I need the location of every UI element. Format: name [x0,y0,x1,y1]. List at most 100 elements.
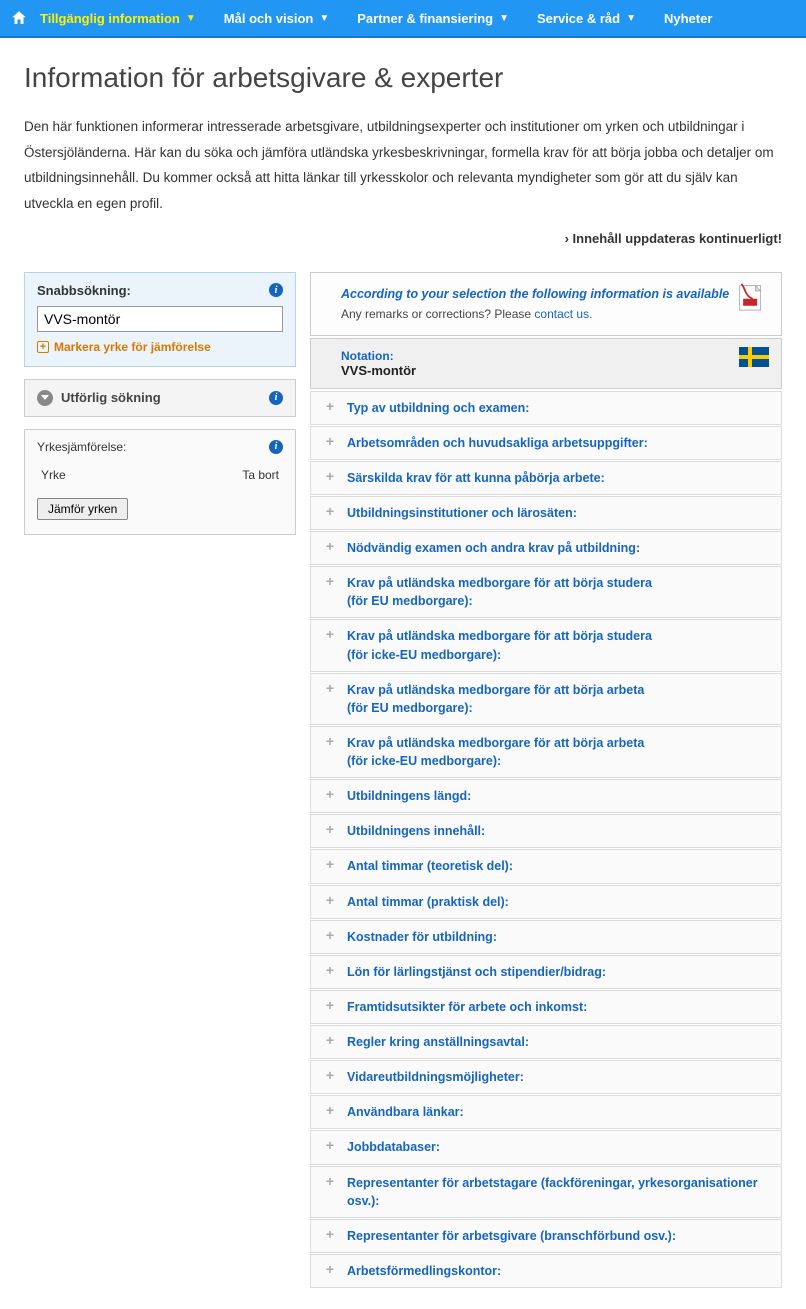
accordion-row[interactable]: + Representanter för arbetsgivare (bransc… [310,1219,782,1253]
plus-icon: + [321,627,339,643]
accordion-row[interactable]: + Arbetsområden och huvudsakliga arbetsup… [310,426,782,460]
plus-icon: + [321,893,339,909]
quick-search-box: Snabbsökning: i + Markera yrke för jämfö… [24,272,296,367]
accordion-label: Krav på utländska medborgare för att bör… [347,734,644,770]
accordion-row[interactable]: +Krav på utländska medborgare för att bö… [310,673,782,725]
mark-for-compare-label: Markera yrke för jämförelse [54,340,211,354]
plus-icon: + [321,1262,339,1278]
chevron-down-icon: ▼ [626,13,636,24]
accordion-label: Typ av utbildning och examen: [347,399,529,417]
accordion-label: Utbildningens innehåll: [347,822,485,840]
nav-item-4[interactable]: Nyheter [664,11,712,26]
accordion-label: Särskilda krav för att kunna påbörja arb… [347,469,605,487]
accordion-row[interactable]: +Antal timmar (teoretisk del): [310,849,782,883]
detailed-search-label: Utförlig sökning [61,390,161,405]
accordion-row[interactable]: +Krav på utländska medborgare för att bö… [310,619,782,671]
continuous-update-note: › Innehåll uppdateras kontinuerligt! [24,231,782,246]
accordion-row[interactable]: +Kostnader för utbildning: [310,920,782,954]
compare-button[interactable]: Jämför yrken [37,498,128,520]
compare-col-yrke: Yrke [41,468,66,482]
plus-icon: + [321,963,339,979]
accordion-label: Användbara länkar: [347,1103,464,1121]
accordion-label: Arbetsområden och huvudsakliga arbetsupp… [347,434,648,452]
plus-icon: + [321,1103,339,1119]
mark-for-compare-link[interactable]: + Markera yrke för jämförelse [37,340,283,354]
accordion-row[interactable]: + Antal timmar (praktisk del): [310,885,782,919]
chevron-down-icon [37,390,53,406]
contact-us-link[interactable]: contact us. [534,307,592,321]
accordion-label: Jobbdatabaser: [347,1138,440,1156]
accordion-row[interactable]: + Särskilda krav för att kunna påbörja ar… [310,461,782,495]
nav-item-3[interactable]: Service & råd ▼ [537,11,636,26]
accordion-row[interactable]: + Typ av utbildning och examen: [310,391,782,425]
selection-text: According to your selection the followin… [341,287,763,301]
accordion-label: Antal timmar (praktisk del): [347,893,509,911]
accordion-label: Arbetsförmedlingskontor: [347,1262,501,1280]
accordion-label: Utbildningens längd: [347,787,471,805]
info-icon[interactable]: i [269,391,283,405]
nav-item-2[interactable]: Partner & finansiering▼ [357,11,509,26]
intro-text: Den här funktionen informerar intressera… [24,114,782,217]
accordion-row[interactable]: +Utbildningens innehåll: [310,814,782,848]
accordion-row[interactable]: + Jobbdatabaser: [310,1130,782,1164]
home-icon[interactable] [10,9,28,27]
plus-icon: + [321,1227,339,1243]
accordion-row[interactable]: +Representanter för arbetstagare (fackfö… [310,1166,782,1218]
accordion-label: Krav på utländska medborgare för att bör… [347,574,652,610]
accordion-label: Nödvändig examen och andra krav på utbil… [347,539,640,557]
accordion-label: Representanter för arbetsgivare (bransch… [347,1227,676,1245]
compare-box: Yrkesjämförelse: i Yrke Ta bort Jämför y… [24,429,296,535]
quick-search-input[interactable] [37,306,283,332]
page-title: Information för arbetsgivare & experter [24,62,782,94]
accordion-row[interactable]: + Arbetsförmedlingskontor: [310,1254,782,1288]
accordion-row[interactable]: + Utbildningens längd: [310,779,782,813]
plus-icon: + [37,341,49,353]
accordion-row[interactable]: + Vidareutbildningsmöjligheter: [310,1060,782,1094]
info-icon[interactable]: i [269,283,283,297]
plus-icon: + [321,434,339,450]
selection-info-box: According to your selection the followin… [310,272,782,336]
accordion-label: Representanter för arbetstagare (fackför… [347,1174,771,1210]
top-nav: Tillgänglig information▼Mål och vision▼P… [0,0,806,38]
plus-icon: + [321,539,339,555]
accordion-row[interactable]: + Användbara länkar: [310,1095,782,1129]
chevron-down-icon: ▼ [499,13,509,24]
plus-icon: + [321,1033,339,1049]
accordion-row[interactable]: + Krav på utländska medborgare för att bö… [310,566,782,618]
plus-icon: + [321,399,339,415]
accordion-row[interactable]: + Utbildningsinstitutioner och lärosäten: [310,496,782,530]
nav-item-1[interactable]: Mål och vision▼ [224,11,329,26]
remark-text: Any remarks or corrections? Please conta… [341,307,763,321]
plus-icon: + [321,1068,339,1084]
nav-item-label: Mål och vision [224,11,314,26]
nav-item-label: Tillgänglig information [40,11,180,26]
plus-icon: + [321,998,339,1014]
nav-item-0[interactable]: Tillgänglig information▼ [40,11,196,26]
accordion-row[interactable]: + Nödvändig examen och andra krav på utbi… [310,531,782,565]
plus-icon: + [321,734,339,750]
accordion-row[interactable]: + Regler kring anställningsavtal: [310,1025,782,1059]
plus-icon: + [321,857,339,873]
accordion-label: Lön för lärlingstjänst och stipendier/bi… [347,963,606,981]
info-icon[interactable]: i [269,440,283,454]
accordion-label: Utbildningsinstitutioner och lärosäten: [347,504,577,522]
plus-icon: + [321,574,339,590]
plus-icon: + [321,928,339,944]
remark-prefix: Any remarks or corrections? Please [341,307,534,321]
accordion-label: Vidareutbildningsmöjligheter: [347,1068,524,1086]
pdf-icon[interactable] [737,283,765,313]
page-content: Information för arbetsgivare & experter … [0,38,806,1309]
accordion-label: Regler kring anställningsavtal: [347,1033,529,1051]
plus-icon: + [321,504,339,520]
plus-icon: + [321,787,339,803]
plus-icon: + [321,469,339,485]
accordion-row[interactable]: + Framtidsutsikter för arbete och inkomst… [310,990,782,1024]
accordion-label: Framtidsutsikter för arbete och inkomst: [347,998,587,1016]
detailed-search-toggle[interactable]: Utförlig sökning i [24,379,296,417]
compare-title: Yrkesjämförelse: [37,440,126,454]
nav-item-label: Service & råd [537,11,620,26]
quick-search-title: Snabbsökning: [37,283,131,298]
accordion-row[interactable]: + Krav på utländska medborgare för att bö… [310,726,782,778]
plus-icon: + [321,1138,339,1154]
accordion-label: Krav på utländska medborgare för att bör… [347,681,644,717]
